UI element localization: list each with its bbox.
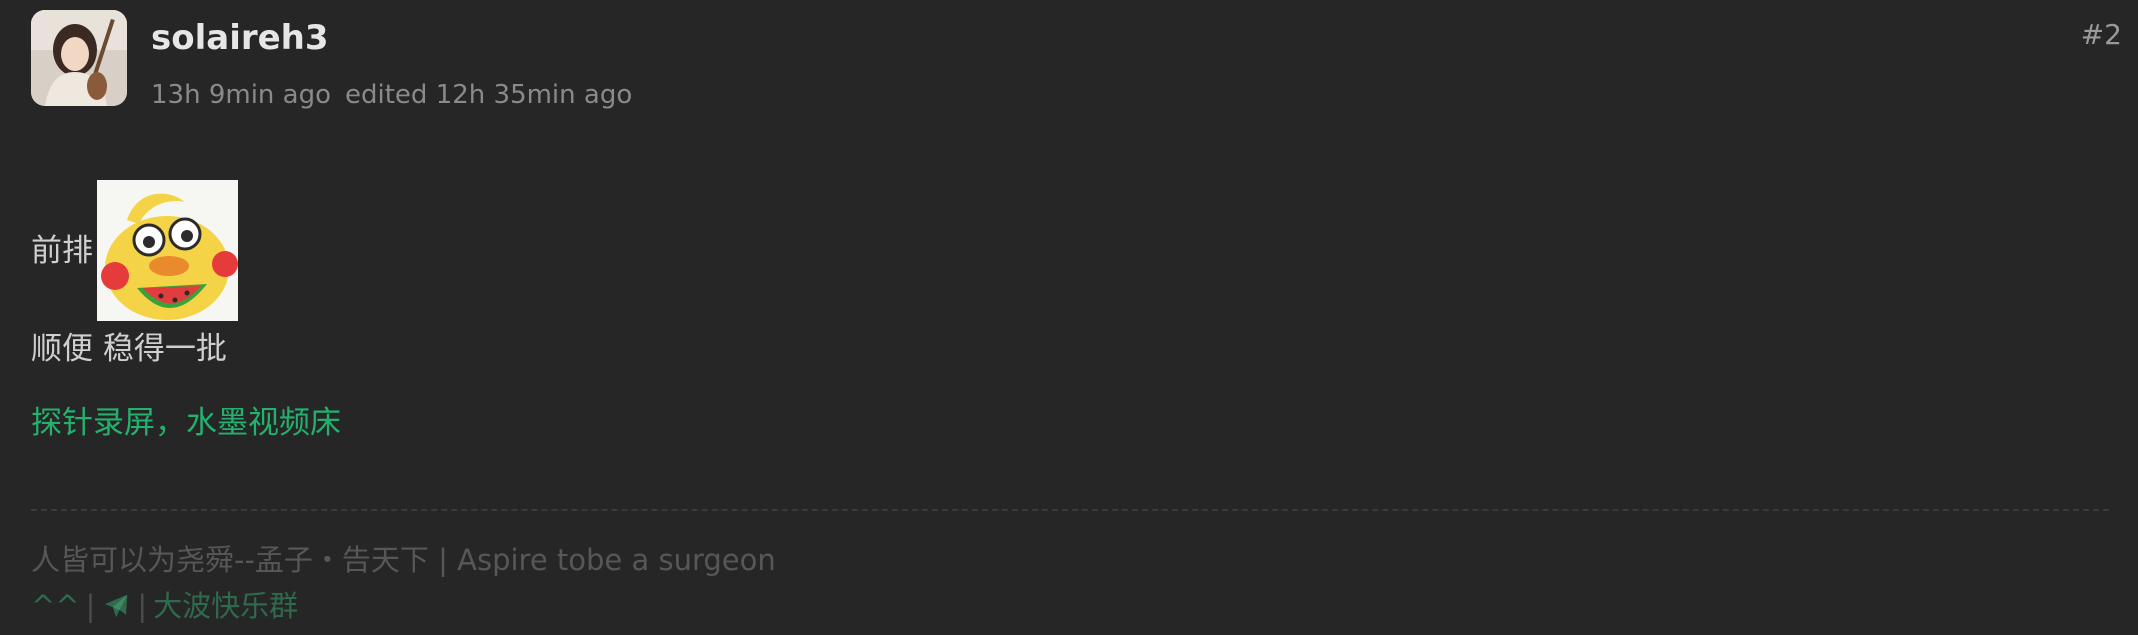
post-content: 前排 顺便 稳得一批 探针录屏，水墨视频床 xyxy=(31,180,2101,443)
post-timestamps: 13h 9min ago edited 12h 35min ago xyxy=(151,80,632,110)
username-link[interactable]: solaireh3 xyxy=(151,18,632,58)
signature-links: ^^ | | 大波快乐群 xyxy=(31,586,776,626)
content-text: 前排 xyxy=(31,233,93,269)
post-number-link[interactable]: #2 xyxy=(2081,18,2122,52)
edited-time[interactable]: edited 12h 35min ago xyxy=(345,80,632,110)
signature-text: 人皆可以为尧舜--孟子・告天下 | Aspire tobe a surgeon xyxy=(31,543,776,577)
content-text: 顺便 稳得一批 xyxy=(31,331,227,367)
signature-divider xyxy=(31,509,2109,511)
forum-post: solaireh3 13h 9min ago edited 12h 35min a… xyxy=(0,0,2138,635)
signature-caret-link[interactable]: ^^ xyxy=(31,586,80,626)
content-link[interactable]: 探针录屏，水墨视频床 xyxy=(31,403,341,443)
signature-group-link[interactable]: 大波快乐群 xyxy=(153,586,298,626)
post-header: solaireh3 13h 9min ago edited 12h 35min a… xyxy=(31,10,632,110)
content-line: 前排 xyxy=(31,180,2101,321)
separator: | xyxy=(137,589,148,623)
post-meta: solaireh3 13h 9min ago edited 12h 35min a… xyxy=(151,18,632,110)
airplane-icon[interactable] xyxy=(101,591,131,621)
separator: | xyxy=(85,589,96,623)
user-signature: 人皆可以为尧舜--孟子・告天下 | Aspire tobe a surgeon … xyxy=(31,540,776,626)
user-avatar[interactable] xyxy=(31,10,127,106)
post-time: 13h 9min ago xyxy=(151,80,332,110)
duck-sticker-icon xyxy=(97,180,238,321)
